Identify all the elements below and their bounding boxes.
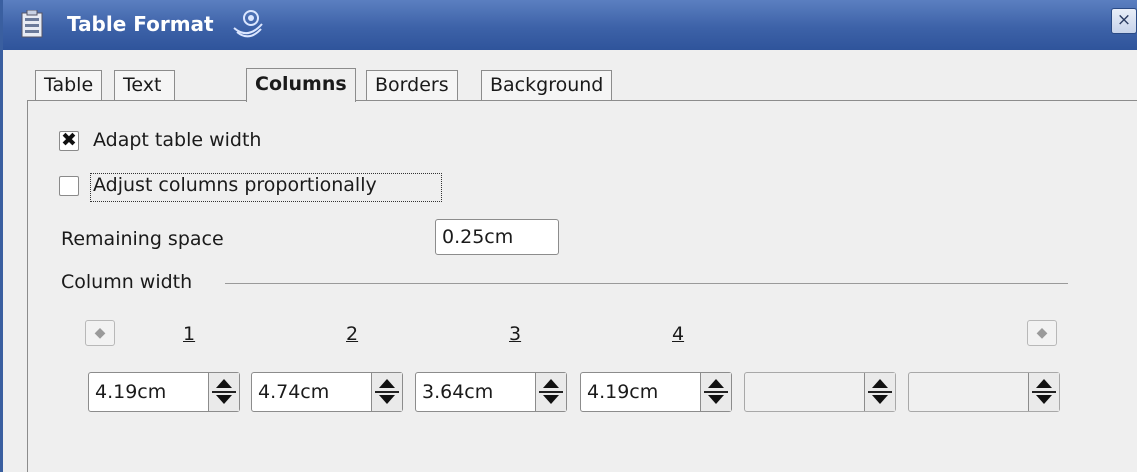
spin-buttons[interactable]	[700, 373, 731, 411]
tab-columns[interactable]: Columns	[246, 68, 356, 102]
swirl-logo-icon	[233, 10, 263, 38]
column-1-width-value[interactable]: 4.19cm	[95, 373, 166, 411]
table-format-dialog: Table Format × Table Text Flow Columns B…	[0, 0, 1137, 472]
tab-text-flow[interactable]: Text Flow	[114, 70, 176, 124]
adapt-width-checkbox[interactable]: ✖	[59, 129, 79, 151]
column-5-width-spinner	[744, 372, 896, 412]
window-title: Table Format	[67, 12, 214, 36]
column-number-3: 3	[509, 323, 522, 345]
remaining-space-label: Remaining space	[61, 228, 224, 250]
column-4-width-spinner[interactable]: 4.19cm	[580, 372, 732, 412]
spin-down-icon[interactable]	[708, 395, 724, 404]
column-number-2: 2	[346, 323, 359, 345]
columns-panel	[27, 100, 1137, 472]
spin-up-icon[interactable]	[379, 379, 395, 388]
title-bar[interactable]: Table Format ×	[3, 0, 1137, 50]
spin-up-icon	[1036, 379, 1052, 388]
checkmark-icon: ✖	[61, 129, 77, 151]
column-1-width-spinner[interactable]: 4.19cm	[88, 372, 240, 412]
spin-up-icon[interactable]	[543, 379, 559, 388]
column-width-heading: Column width	[61, 271, 193, 293]
spin-down-icon[interactable]	[543, 395, 559, 404]
close-button[interactable]: ×	[1111, 8, 1137, 34]
spin-down-icon[interactable]	[379, 395, 395, 404]
column-3-width-spinner[interactable]: 3.64cm	[415, 372, 567, 412]
document-icon	[21, 10, 43, 38]
column-2-width-value[interactable]: 4.74cm	[258, 373, 329, 411]
spin-buttons[interactable]	[535, 373, 566, 411]
next-columns-button[interactable]: ◆	[1027, 320, 1057, 346]
column-2-width-spinner[interactable]: 4.74cm	[251, 372, 403, 412]
spin-buttons	[1028, 373, 1059, 411]
spin-down-icon[interactable]	[216, 395, 232, 404]
column-number-1: 1	[183, 323, 196, 345]
remaining-space-field: 0.25cm	[435, 219, 559, 255]
spin-down-icon	[1036, 395, 1052, 404]
column-number-4: 4	[672, 323, 685, 345]
spin-buttons[interactable]	[208, 373, 239, 411]
spin-up-icon	[872, 379, 888, 388]
tab-background[interactable]: Background	[481, 70, 613, 100]
adjust-proportionally-checkbox[interactable]	[59, 176, 79, 196]
adapt-width-label[interactable]: Adapt table width	[93, 129, 261, 151]
previous-columns-button[interactable]: ◆	[85, 320, 115, 346]
spin-up-icon[interactable]	[708, 379, 724, 388]
column-3-width-value[interactable]: 3.64cm	[422, 373, 493, 411]
spin-up-icon[interactable]	[216, 379, 232, 388]
adjust-proportionally-label[interactable]: Adjust columns proportionally	[93, 174, 377, 196]
spin-buttons	[864, 373, 895, 411]
section-separator	[225, 283, 1068, 284]
spin-buttons[interactable]	[371, 373, 402, 411]
close-icon: ×	[1116, 10, 1132, 30]
column-6-width-spinner	[908, 372, 1060, 412]
tab-table[interactable]: Table	[35, 70, 103, 100]
right-arrow-icon: ◆	[1036, 325, 1048, 341]
left-arrow-icon: ◆	[94, 325, 106, 341]
tab-borders[interactable]: Borders	[366, 70, 458, 100]
spin-down-icon	[872, 395, 888, 404]
column-4-width-value[interactable]: 4.19cm	[587, 373, 658, 411]
